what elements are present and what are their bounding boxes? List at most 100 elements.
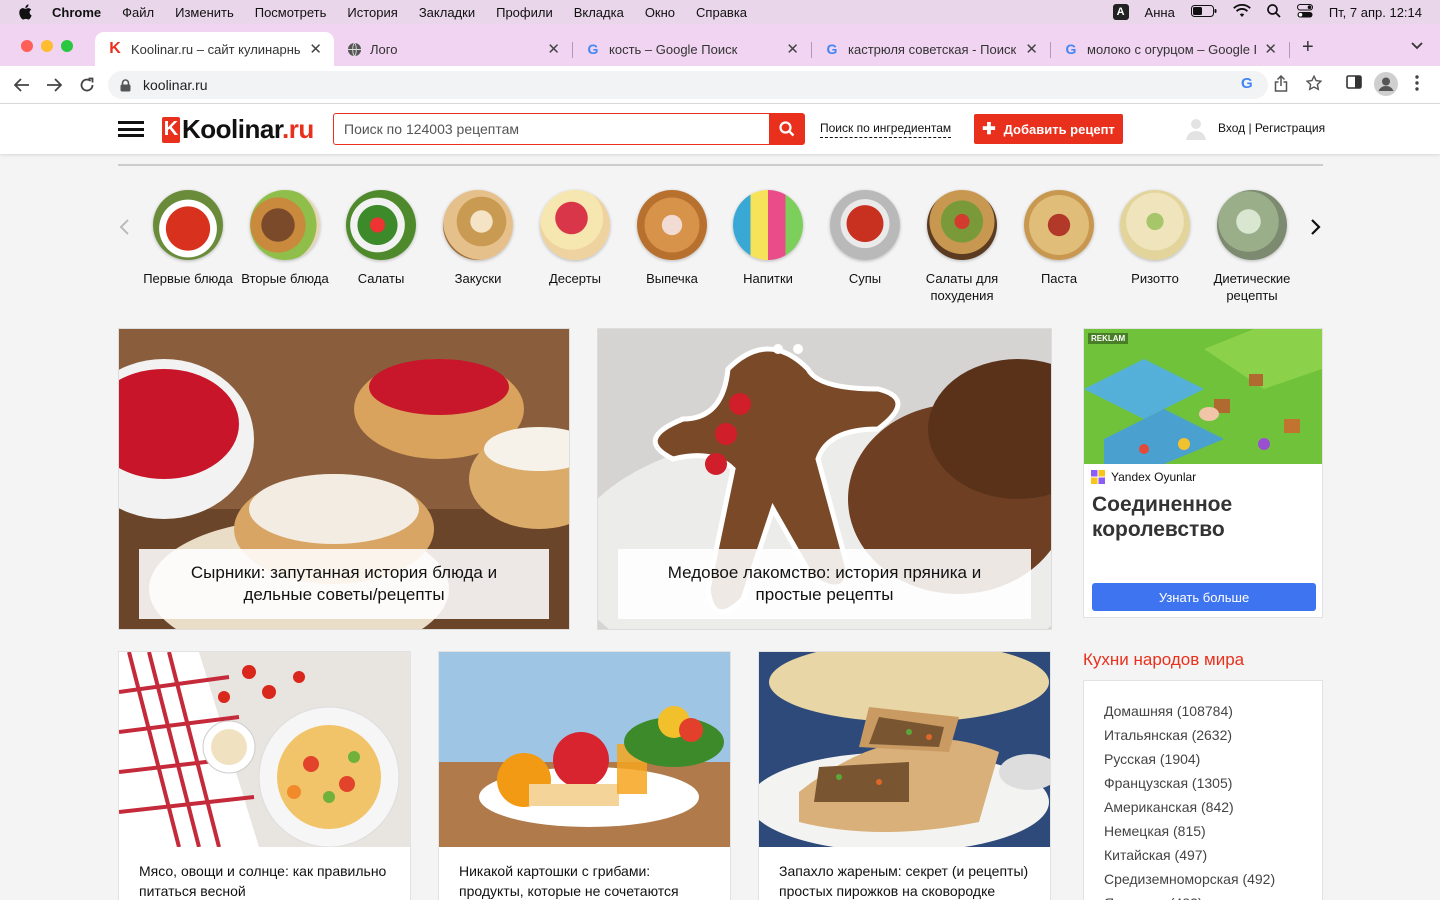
menu-profiles[interactable]: Профили (496, 5, 553, 20)
browser-tab-kost[interactable]: G кость – Google Поиск ✕ (573, 32, 811, 66)
category-second-courses[interactable]: Вторые блюда (237, 190, 333, 287)
cuisine-link-mediterranean[interactable]: Средиземноморская (492) (1104, 867, 1322, 891)
add-recipe-button[interactable]: ✚ Добавить рецепт (974, 114, 1123, 144)
menu-tab[interactable]: Вкладка (574, 5, 624, 20)
article-card-food-combos[interactable]: Никакой картошки с грибами: продукты, ко… (438, 651, 731, 900)
bookmark-star-icon[interactable] (1306, 75, 1322, 91)
category-soups[interactable]: Супы (817, 190, 913, 287)
category-first-courses[interactable]: Первые блюда (140, 190, 236, 287)
browser-tab-logo[interactable]: Лого ✕ (334, 32, 572, 66)
category-pasta[interactable]: Паста (1011, 190, 1107, 287)
url-text[interactable]: koolinar.ru (143, 77, 208, 93)
category-baking[interactable]: Выпечка (624, 190, 720, 287)
battery-icon[interactable] (1190, 4, 1217, 20)
apple-icon[interactable] (18, 4, 36, 20)
feature-article-syrniki[interactable]: Сырники: запутанная история блюда и дель… (118, 328, 570, 630)
category-drinks[interactable]: Напитки (720, 190, 816, 287)
google-lens-icon[interactable]: G (1241, 75, 1253, 92)
clock-datetime[interactable]: Пт, 7 апр. 12:14 (1329, 5, 1422, 20)
category-label: Десерты (548, 271, 601, 286)
site-logo[interactable]: K Koolinar.ru (162, 114, 314, 145)
feature-caption[interactable]: Сырники: запутанная история блюда и дель… (139, 549, 549, 619)
login-register[interactable]: Вход | Регистрация (1184, 116, 1325, 140)
browser-tab-kastryulya[interactable]: G кастрюля советская - Поиск в ✕ (812, 32, 1050, 66)
menu-help[interactable]: Справка (696, 5, 747, 20)
cuisine-link-home[interactable]: Домашняя (108784) (1104, 699, 1322, 723)
side-panel-icon[interactable] (1346, 75, 1362, 89)
wifi-icon[interactable] (1232, 3, 1251, 21)
cuisine-link-french[interactable]: Французская (1305) (1104, 771, 1322, 795)
spotlight-search-icon[interactable] (1266, 3, 1281, 21)
cuisine-link-american[interactable]: Американская (842) (1104, 795, 1322, 819)
advertisement-block[interactable]: REKLAM Yandex Oyunlar Соединенное короле… (1083, 328, 1323, 618)
carousel-prev-chevron-icon[interactable] (118, 218, 130, 241)
category-risotto[interactable]: Ризотто (1107, 190, 1203, 287)
menu-file[interactable]: Файл (122, 5, 154, 20)
menu-history[interactable]: История (347, 5, 397, 20)
category-desserts[interactable]: Десерты (527, 190, 623, 287)
tab-separator (1289, 42, 1290, 58)
category-salads[interactable]: Салаты (333, 190, 429, 287)
cuisine-link-italian[interactable]: Итальянская (2632) (1104, 723, 1322, 747)
category-image (443, 190, 513, 260)
article-title[interactable]: Запахло жареным: секрет (и рецепты) прос… (759, 847, 1050, 900)
new-tab-plus-icon[interactable]: + (1302, 36, 1314, 59)
reload-icon[interactable] (77, 75, 97, 95)
back-arrow-icon[interactable] (12, 75, 32, 95)
forward-arrow-icon[interactable] (44, 75, 64, 95)
menu-app-name[interactable]: Chrome (52, 5, 101, 20)
cuisine-link-chinese[interactable]: Китайская (497) (1104, 843, 1322, 867)
lock-icon[interactable] (120, 78, 131, 92)
world-cuisines-heading: Кухни народов мира (1083, 650, 1245, 669)
category-diet-salads[interactable]: Салаты для похудения (914, 190, 1010, 304)
article-card-spring-food[interactable]: Мясо, овощи и солнце: как правильно пита… (118, 651, 411, 900)
close-tab-icon[interactable]: ✕ (1264, 40, 1277, 58)
login-link[interactable]: Вход | Регистрация (1218, 121, 1325, 135)
control-center-icon[interactable] (1296, 3, 1313, 21)
search-button[interactable] (769, 114, 804, 144)
feature-caption-text: Сырники: запутанная история блюда и дель… (190, 563, 498, 604)
close-tab-icon[interactable]: ✕ (547, 40, 560, 58)
close-tab-icon[interactable]: ✕ (786, 40, 799, 58)
close-tab-icon[interactable]: ✕ (1025, 40, 1038, 58)
cuisine-link-japanese[interactable]: Японская (483) (1104, 891, 1322, 900)
article-title[interactable]: Никакой картошки с грибами: продукты, ко… (439, 847, 730, 900)
google-icon: G (587, 41, 599, 57)
hamburger-menu-icon[interactable] (118, 121, 144, 137)
category-appetizers[interactable]: Закуски (430, 190, 526, 287)
browser-tab-koolinar[interactable]: K Koolinar.ru – сайт кулинарных ✕ (95, 32, 334, 66)
browser-tab-moloko[interactable]: G молоко с огурцом – Google П ✕ (1051, 32, 1289, 66)
tab-search-chevron-icon[interactable] (1410, 38, 1424, 56)
share-icon[interactable] (1274, 75, 1288, 92)
recipe-search (333, 113, 805, 145)
category-label: Напитки (743, 271, 793, 286)
tab-title: Koolinar.ru – сайт кулинарных (131, 41, 302, 57)
cuisine-link-russian[interactable]: Русская (1904) (1104, 747, 1322, 771)
zoom-window-button[interactable] (61, 40, 73, 52)
profile-avatar-icon[interactable] (1374, 72, 1398, 96)
article-card-pirozhki[interactable]: Запахло жареным: секрет (и рецепты) прос… (758, 651, 1051, 900)
menu-window[interactable]: Окно (645, 5, 675, 20)
input-source-indicator[interactable]: A (1112, 4, 1129, 20)
cuisine-link-german[interactable]: Немецкая (815) (1104, 819, 1322, 843)
tab-title: молоко с огурцом – Google П (1087, 41, 1257, 57)
world-cuisines-list: Домашняя (108784) Итальянская (2632) Рус… (1083, 680, 1323, 900)
ad-learn-more-button[interactable]: Узнать больше (1092, 583, 1316, 611)
feature-caption[interactable]: Медовое лакомство: история пряника и про… (618, 549, 1031, 619)
menu-edit[interactable]: Изменить (175, 5, 234, 20)
close-tab-icon[interactable]: ✕ (309, 40, 322, 58)
article-title[interactable]: Мясо, овощи и солнце: как правильно пита… (119, 847, 410, 900)
ingredient-search-link[interactable]: Поиск по ингредиентам (820, 121, 952, 138)
menu-bookmarks[interactable]: Закладки (419, 5, 475, 20)
carousel-next-chevron-icon[interactable] (1310, 218, 1322, 241)
category-diet-recipes[interactable]: Диетические рецепты (1204, 190, 1300, 304)
minimize-window-button[interactable] (41, 40, 53, 52)
feature-article-gingerbread[interactable]: Медовое лакомство: история пряника и про… (597, 328, 1052, 630)
menu-view[interactable]: Посмотреть (255, 5, 327, 20)
address-bar[interactable]: koolinar.ru (108, 71, 1268, 99)
close-window-button[interactable] (21, 40, 33, 52)
kebab-menu-icon[interactable] (1415, 75, 1419, 91)
recipe-search-input[interactable] (334, 114, 769, 144)
article-image (119, 652, 410, 847)
user-name[interactable]: Анна (1145, 5, 1175, 20)
